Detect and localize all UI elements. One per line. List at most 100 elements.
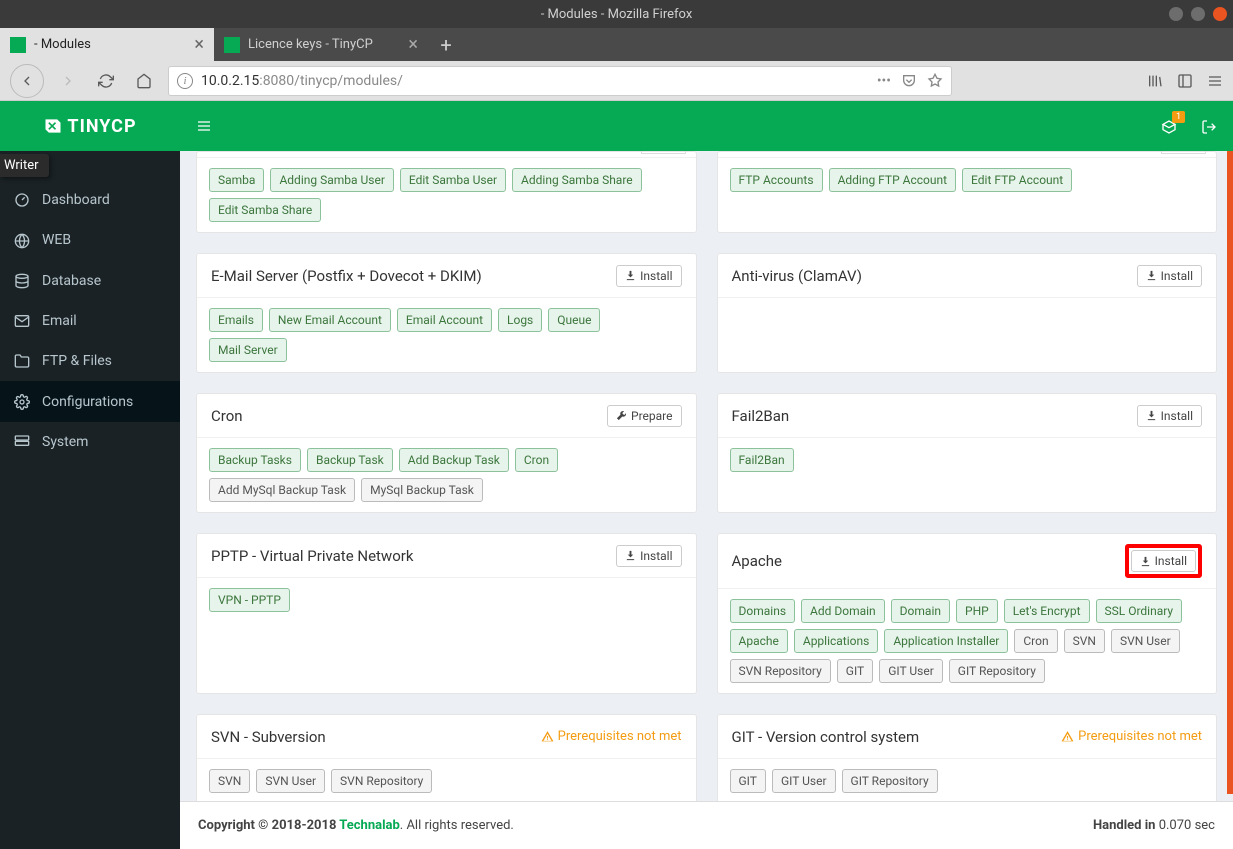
info-icon[interactable]: i [177, 73, 193, 89]
module-action-button[interactable]: Prepare [607, 405, 681, 427]
url-text: 10.0.2.15:8080/tinycp/modules/ [201, 73, 403, 89]
back-button[interactable] [10, 64, 44, 98]
module-tag[interactable]: Mail Server [209, 338, 287, 362]
module-tag[interactable]: Cron [1014, 629, 1057, 653]
module-tag[interactable]: FTP Accounts [730, 168, 823, 192]
sidebar-toggle-icon[interactable] [1177, 73, 1193, 89]
module-tag[interactable]: Application Installer [884, 629, 1008, 653]
module-tag[interactable]: Add MySql Backup Task [209, 478, 355, 502]
module-action-button[interactable]: Install [616, 265, 681, 287]
url-bar[interactable]: i 10.0.2.15:8080/tinycp/modules/ ••• [168, 66, 952, 96]
module-tag[interactable]: New Email Account [269, 308, 391, 332]
module-action-button[interactable]: Install [1131, 550, 1196, 572]
globe-icon [14, 232, 30, 248]
more-icon[interactable]: ••• [877, 73, 891, 89]
module-tag[interactable]: GIT Repository [949, 659, 1045, 683]
home-button[interactable] [130, 67, 158, 95]
module-tag[interactable]: Edit Samba Share [209, 198, 321, 222]
tab-close-icon[interactable]: × [194, 34, 204, 55]
bookmark-star-icon[interactable] [927, 73, 943, 89]
module-tag[interactable]: SVN [1064, 629, 1105, 653]
module-card: GIT - Version control system Prerequisit… [717, 714, 1218, 801]
module-tag[interactable]: GIT Repository [842, 769, 938, 793]
module-title: E-Mail Server (Postfix + Dovecot + DKIM) [211, 267, 482, 285]
module-tag[interactable]: Apache [730, 629, 788, 653]
module-header: Apache Install [718, 534, 1217, 589]
module-tag[interactable]: Queue [548, 308, 600, 332]
browser-tab-modules[interactable]: - Modules × [0, 28, 214, 61]
module-tag[interactable]: SVN Repository [730, 659, 831, 683]
module-title: PPTP - Virtual Private Network [211, 547, 413, 565]
module-tag[interactable]: VPN - PPTP [209, 588, 290, 612]
module-tag[interactable]: Adding FTP Account [829, 168, 956, 192]
module-tag[interactable]: SVN User [256, 769, 325, 793]
module-tag[interactable]: Add Backup Task [399, 448, 509, 472]
module-tag[interactable]: Logs [498, 308, 542, 332]
minimize-icon[interactable] [1169, 7, 1183, 21]
updates-button[interactable]: 1 [1161, 117, 1177, 136]
module-tag[interactable]: Emails [209, 308, 263, 332]
logout-button[interactable] [1201, 117, 1217, 136]
topbar: 1 [180, 101, 1233, 151]
module-tag[interactable]: Backup Tasks [209, 448, 301, 472]
new-tab-button[interactable]: + [428, 28, 464, 61]
module-tag[interactable]: Cron [515, 448, 558, 472]
module-tag[interactable]: Let's Encrypt [1004, 599, 1090, 623]
sidebar-item-dashboard[interactable]: Dashboard [0, 180, 180, 220]
module-tag[interactable]: SVN Repository [331, 769, 432, 793]
module-tag[interactable]: MySql Backup Task [361, 478, 483, 502]
module-header: Anti-virus (ClamAV) Install [718, 254, 1217, 298]
module-tag[interactable]: Fail2Ban [730, 448, 794, 472]
module-tag[interactable]: SSL Ordinary [1096, 599, 1183, 623]
module-tag[interactable]: Domains [730, 599, 796, 623]
sidebar-item-label: Configurations [42, 394, 133, 410]
sidebar-item-ftp-files[interactable]: FTP & Files [0, 341, 180, 381]
module-tags: FTP AccountsAdding FTP AccountEdit FTP A… [718, 158, 1217, 202]
module-tag[interactable]: GIT [730, 769, 766, 793]
sidebar-item-email[interactable]: Email [0, 301, 180, 341]
module-tag[interactable]: Add Domain [801, 599, 885, 623]
maximize-icon[interactable] [1191, 7, 1205, 21]
warning-label: Prerequisites not met [541, 729, 682, 744]
module-tag[interactable]: GIT User [879, 659, 943, 683]
module-tag[interactable]: Domain [891, 599, 950, 623]
module-tag[interactable]: GIT [837, 659, 873, 683]
module-card: FTP AccountsAdding FTP AccountEdit FTP A… [717, 151, 1218, 233]
module-tag[interactable]: Applications [794, 629, 878, 653]
module-tag[interactable]: Samba [209, 168, 264, 192]
scrollbar[interactable] [1227, 151, 1233, 794]
module-tag[interactable]: Adding Samba User [270, 168, 393, 192]
close-icon[interactable] [1213, 7, 1227, 21]
module-tag[interactable]: Adding Samba Share [512, 168, 642, 192]
module-tag[interactable]: Backup Task [307, 448, 393, 472]
sidebar-item-configurations[interactable]: Configurations [0, 381, 180, 421]
sidebar-item-database[interactable]: Database [0, 261, 180, 301]
reload-button[interactable] [92, 67, 120, 95]
module-tags: VPN - PPTP [197, 578, 696, 622]
module-title: SVN - Subversion [211, 728, 326, 746]
module-tags: GITGIT UserGIT Repository [718, 759, 1217, 801]
sidebar-item-web[interactable]: WEB [0, 220, 180, 260]
module-tag[interactable]: GIT User [772, 769, 836, 793]
module-tag[interactable]: Edit FTP Account [962, 168, 1072, 192]
sidebar-logo[interactable]: TINYCP [0, 101, 180, 151]
module-tags: SambaAdding Samba User Edit Samba UserAdd… [197, 158, 696, 232]
module-action-button[interactable]: Install [1137, 265, 1202, 287]
module-tag[interactable]: Edit Samba User [400, 168, 506, 192]
module-header: PPTP - Virtual Private Network Install [197, 534, 696, 578]
sidebar-toggle-button[interactable] [196, 118, 212, 134]
library-icon[interactable] [1147, 73, 1163, 89]
module-tag[interactable]: SVN [209, 769, 250, 793]
module-action-button[interactable]: Install [1137, 405, 1202, 427]
pocket-icon[interactable] [901, 73, 917, 89]
module-tag[interactable]: SVN User [1111, 629, 1180, 653]
module-header: Fail2Ban Install [718, 394, 1217, 438]
sidebar-item-system[interactable]: System [0, 422, 180, 462]
browser-tab-licence[interactable]: Licence keys - TinyCP × [214, 28, 428, 61]
menu-icon[interactable] [1207, 73, 1223, 89]
module-tag[interactable]: Email Account [397, 308, 492, 332]
footer-brand-link[interactable]: Technalab [339, 818, 400, 833]
module-tag[interactable]: PHP [956, 599, 998, 623]
tab-close-icon[interactable]: × [408, 34, 418, 55]
module-action-button[interactable]: Install [616, 545, 681, 567]
